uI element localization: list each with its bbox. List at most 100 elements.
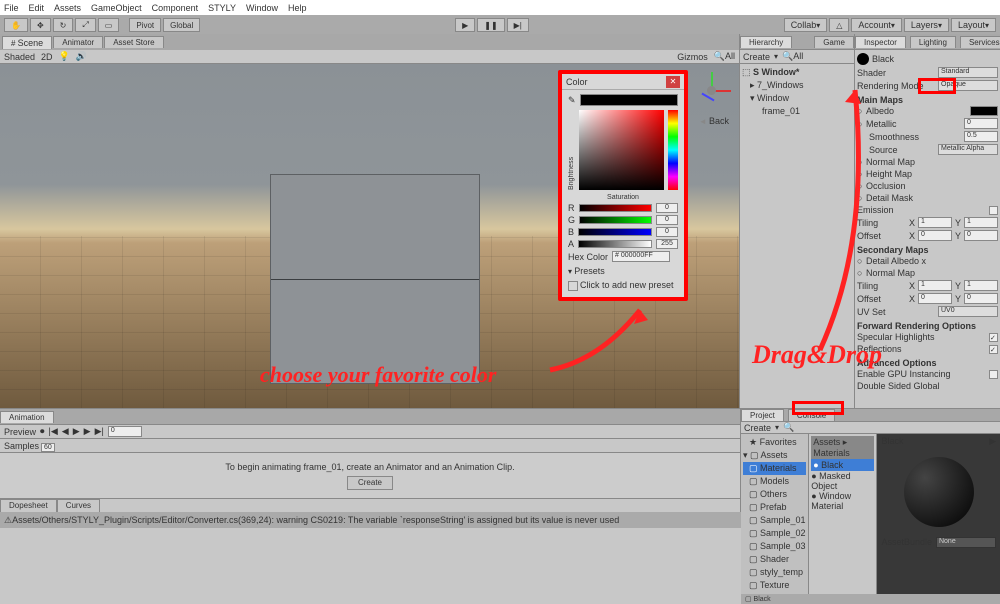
- tiling-x[interactable]: 1: [918, 217, 952, 228]
- metallic-field[interactable]: 0: [964, 118, 998, 129]
- tab-game[interactable]: Game: [814, 36, 854, 48]
- a-field[interactable]: 255: [656, 239, 678, 249]
- tree-sample02[interactable]: ▢ Sample_02: [743, 527, 806, 540]
- breadcrumb[interactable]: Assets ▸ Materials: [811, 436, 874, 459]
- cube-object[interactable]: [270, 174, 480, 384]
- shade-mode-dropdown[interactable]: Shaded: [4, 52, 35, 62]
- tiling2-x[interactable]: 1: [918, 280, 952, 291]
- menu-window[interactable]: Window: [246, 3, 278, 13]
- hex-field[interactable]: # 000000FF: [612, 251, 670, 262]
- reflections-checkbox[interactable]: [989, 345, 998, 354]
- tab-hierarchy[interactable]: Hierarchy: [740, 36, 792, 48]
- global-toggle[interactable]: Global: [163, 18, 200, 32]
- saturation-value-field[interactable]: [579, 110, 664, 190]
- step-button[interactable]: ▶|: [507, 18, 529, 32]
- tree-sample03[interactable]: ▢ Sample_03: [743, 540, 806, 553]
- r-field[interactable]: 0: [656, 203, 678, 213]
- hierarchy-item[interactable]: frame_01: [742, 105, 852, 117]
- hierarchy-search[interactable]: 🔍All: [782, 51, 803, 62]
- play-anim-icon[interactable]: ▶: [73, 426, 80, 437]
- orientation-gizmo[interactable]: [691, 70, 733, 112]
- hand-tool[interactable]: ✋: [4, 18, 28, 32]
- tree-assets[interactable]: ▾ ▢ Assets: [743, 449, 806, 462]
- favorites-header[interactable]: ★ Favorites: [743, 436, 806, 449]
- tree-texture[interactable]: ▢ Texture: [743, 579, 806, 592]
- shader-dropdown[interactable]: Standard: [938, 67, 998, 78]
- tree-prefab[interactable]: ▢ Prefab: [743, 501, 806, 514]
- menu-styly[interactable]: STYLY: [208, 3, 236, 13]
- tab-scene[interactable]: # Scene: [2, 36, 52, 49]
- tree-models[interactable]: ▢ Models: [743, 475, 806, 488]
- hierarchy-item[interactable]: ▾ Window: [742, 92, 852, 105]
- hierarchy-scene[interactable]: ⬚ S Window*: [742, 66, 852, 79]
- menu-help[interactable]: Help: [288, 3, 307, 13]
- menu-assets[interactable]: Assets: [54, 3, 81, 13]
- frame-field[interactable]: 0: [108, 426, 142, 437]
- presets-header[interactable]: ▾ Presets: [568, 266, 678, 276]
- rect-tool[interactable]: ▭: [98, 18, 120, 32]
- smoothness-field[interactable]: 0.5: [964, 131, 998, 142]
- menu-component[interactable]: Component: [152, 3, 199, 13]
- a-slider[interactable]: [578, 240, 652, 248]
- warning-icon[interactable]: ⚠: [4, 515, 12, 526]
- source-dropdown[interactable]: Metallic Alpha: [938, 144, 998, 155]
- offset-x[interactable]: 0: [918, 230, 952, 241]
- account-dropdown[interactable]: Account ▾: [851, 18, 902, 32]
- preview-play-icon[interactable]: ▶: [989, 436, 996, 447]
- offset2-y[interactable]: 0: [964, 293, 998, 304]
- tree-shader[interactable]: ▢ Shader: [743, 553, 806, 566]
- tab-inspector[interactable]: Inspector: [855, 36, 906, 48]
- eyedropper-icon[interactable]: ✎: [568, 95, 576, 106]
- rotate-tool[interactable]: ↻: [53, 18, 74, 32]
- samples-field[interactable]: 60: [41, 443, 55, 452]
- tab-project[interactable]: Project: [741, 409, 784, 421]
- pause-button[interactable]: ❚❚: [477, 18, 504, 32]
- move-tool[interactable]: ✥: [30, 18, 51, 32]
- tab-asset-store[interactable]: Asset Store: [104, 36, 163, 48]
- collab-dropdown[interactable]: Collab ▾: [784, 18, 828, 32]
- hierarchy-create-dropdown[interactable]: Create: [743, 52, 770, 62]
- preview-toggle[interactable]: Preview: [4, 427, 36, 437]
- tree-others[interactable]: ▢ Others: [743, 488, 806, 501]
- asset-masked[interactable]: ● Masked Object: [811, 471, 874, 491]
- tree-materials[interactable]: ▢ Materials: [743, 462, 806, 475]
- prev-frame-icon[interactable]: ◀: [62, 426, 69, 437]
- albedo-color-swatch[interactable]: [970, 106, 998, 116]
- gpu-instancing-checkbox[interactable]: [989, 370, 998, 379]
- hue-slider[interactable]: [668, 110, 678, 190]
- next-frame-icon[interactable]: ▶: [84, 426, 91, 437]
- pivot-toggle[interactable]: Pivot: [129, 18, 161, 32]
- tab-services[interactable]: Services: [960, 36, 1000, 48]
- emission-checkbox[interactable]: [989, 206, 998, 215]
- tiling2-y[interactable]: 1: [964, 280, 998, 291]
- g-slider[interactable]: [579, 216, 652, 224]
- uv-set-dropdown[interactable]: UV0: [938, 306, 998, 317]
- hierarchy-item[interactable]: ▸ 7_Windows: [742, 79, 852, 92]
- menu-file[interactable]: File: [4, 3, 19, 13]
- first-frame-icon[interactable]: |◀: [49, 426, 58, 437]
- cloud-button[interactable]: △: [829, 18, 849, 32]
- tree-styly[interactable]: ▢ styly_temp: [743, 566, 806, 579]
- assetbundle-dropdown[interactable]: None: [936, 537, 996, 548]
- project-create-dropdown[interactable]: Create: [744, 423, 771, 433]
- offset2-x[interactable]: 0: [918, 293, 952, 304]
- light-toggle-icon[interactable]: 💡: [59, 51, 70, 62]
- menu-edit[interactable]: Edit: [29, 3, 45, 13]
- tree-sample01[interactable]: ▢ Sample_01: [743, 514, 806, 527]
- r-slider[interactable]: [579, 204, 653, 212]
- play-button[interactable]: ▶: [455, 18, 475, 32]
- tab-animation[interactable]: Animation: [0, 411, 54, 423]
- 2d-toggle[interactable]: 2D: [41, 52, 53, 62]
- asset-black[interactable]: ● Black: [811, 459, 874, 471]
- color-picker-window[interactable]: Color✕ ✎ Brightness Saturation R0 G0 B0 …: [558, 70, 688, 301]
- scale-tool[interactable]: ⤢: [75, 18, 95, 32]
- close-icon[interactable]: ✕: [666, 76, 680, 88]
- tab-lighting[interactable]: Lighting: [910, 36, 956, 48]
- audio-toggle-icon[interactable]: 🔊: [76, 51, 87, 62]
- add-preset-swatch[interactable]: [568, 281, 578, 291]
- gizmos-dropdown[interactable]: Gizmos: [677, 52, 708, 62]
- layout-dropdown[interactable]: Layout ▾: [951, 18, 996, 32]
- specular-checkbox[interactable]: [989, 333, 998, 342]
- record-icon[interactable]: ⏺: [40, 426, 45, 437]
- offset-y[interactable]: 0: [964, 230, 998, 241]
